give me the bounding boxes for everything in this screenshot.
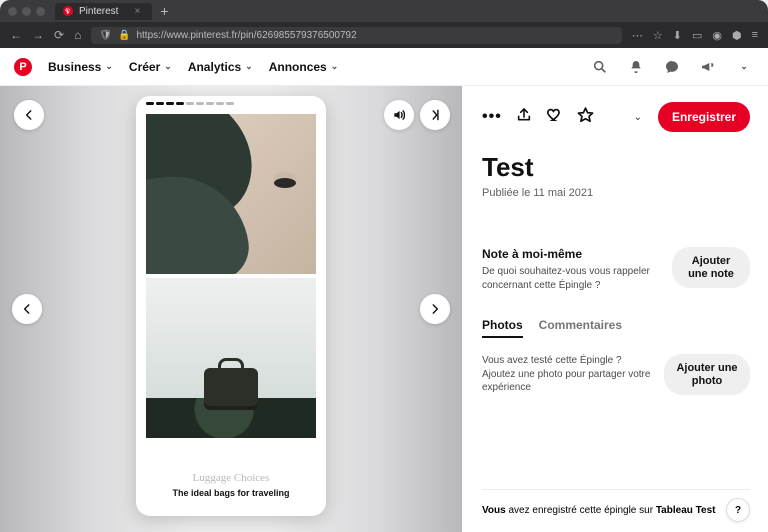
add-photo-button[interactable]: Ajouter une photo	[664, 354, 750, 395]
url-field[interactable]: 🛡 🔒 https://www.pinterest.fr/pin/6269855…	[91, 27, 622, 44]
save-footer: Vous avez enregistré cette épingle sur T…	[482, 489, 750, 522]
share-icon[interactable]	[516, 107, 532, 128]
pin-title: Test	[482, 152, 750, 183]
url-text: https://www.pinterest.fr/pin/62698557937…	[136, 30, 356, 41]
board-picker-caret[interactable]: ⌄	[634, 112, 642, 123]
download-icon[interactable]: ⬇	[673, 29, 682, 42]
menu-icon[interactable]: ≡	[752, 29, 758, 42]
pin-details-panel: ••• ⌄ Enregistrer Test Publiée le 11 mai…	[462, 86, 768, 532]
account-menu[interactable]: ⌄	[734, 57, 754, 77]
tried-desc2: Ajoutez une photo pour partager votre ex…	[482, 368, 652, 395]
traffic-lights[interactable]	[8, 7, 45, 16]
nav-forward-icon[interactable]: →	[32, 28, 44, 42]
pinterest-icon	[63, 6, 73, 16]
nav-reload-icon[interactable]: ⟳	[54, 28, 64, 42]
megaphone-icon[interactable]	[698, 57, 718, 77]
collapse-button[interactable]	[420, 100, 450, 130]
tab-title: Pinterest	[79, 6, 118, 17]
new-tab-button[interactable]: +	[160, 3, 168, 19]
bell-icon[interactable]	[626, 57, 646, 77]
nav-back-icon[interactable]: ←	[10, 28, 22, 42]
chevron-down-icon: ⌄	[740, 61, 748, 72]
browser-addressbar: ← → ⟳ ⌂ 🛡 🔒 https://www.pinterest.fr/pin…	[0, 22, 768, 48]
card-photo-top	[146, 114, 316, 274]
more-options-icon[interactable]: •••	[482, 108, 502, 126]
nav-analytics[interactable]: Analytics⌄	[188, 60, 253, 74]
heart-icon[interactable]	[546, 106, 563, 128]
add-note-button[interactable]: Ajouter une note	[672, 247, 750, 288]
next-slide-button[interactable]	[420, 294, 450, 324]
tab-photos[interactable]: Photos	[482, 318, 523, 338]
close-tab-icon[interactable]: ×	[134, 6, 140, 17]
chevron-down-icon: ⌄	[164, 61, 172, 72]
nav-business[interactable]: Business⌄	[48, 60, 113, 74]
save-button[interactable]: Enregistrer	[658, 102, 750, 132]
sound-button[interactable]	[384, 100, 414, 130]
card-subheading: The ideal bags for traveling	[136, 488, 326, 498]
pin-actions: ••• ⌄ Enregistrer	[482, 102, 750, 132]
note-heading: Note à moi-même	[482, 247, 660, 261]
card-heading: Luggage Choices	[136, 472, 326, 484]
chevron-down-icon: ⌄	[331, 61, 339, 72]
chat-icon[interactable]	[662, 57, 682, 77]
pinterest-logo[interactable]: P	[14, 58, 32, 76]
browser-tab[interactable]: Pinterest ×	[55, 3, 152, 20]
save-confirmation: Vous avez enregistré cette épingle sur T…	[482, 505, 715, 516]
nav-create[interactable]: Créer⌄	[129, 60, 172, 74]
detail-tabs: Photos Commentaires	[482, 318, 750, 338]
site-topbar: P Business⌄ Créer⌄ Analytics⌄ Annonces⌄ …	[0, 48, 768, 86]
tried-desc1: Vous avez testé cette Épingle ?	[482, 354, 652, 368]
note-desc: De quoi souhaitez-vous vous rappeler con…	[482, 265, 660, 292]
lock-icon: 🔒	[118, 30, 130, 41]
tab-comments[interactable]: Commentaires	[539, 318, 622, 338]
more-icon[interactable]: ⋯	[632, 29, 643, 42]
shield-icon: 🛡	[99, 30, 112, 41]
search-icon[interactable]	[590, 57, 610, 77]
main-stage: Luggage Choices The ideal bags for trave…	[0, 86, 768, 532]
pin-viewer: Luggage Choices The ideal bags for trave…	[0, 86, 462, 532]
ext-icon[interactable]: ⬢	[732, 29, 742, 42]
nav-ads[interactable]: Annonces⌄	[269, 60, 339, 74]
account-icon[interactable]: ◉	[712, 29, 722, 42]
pin-published: Publiée le 11 mai 2021	[482, 187, 750, 199]
help-button[interactable]: ?	[726, 498, 750, 522]
chevron-down-icon: ⌄	[105, 61, 113, 72]
window-titlebar: Pinterest × +	[0, 0, 768, 22]
nav-home-icon[interactable]: ⌂	[74, 28, 81, 42]
star-icon[interactable]: ☆	[653, 29, 663, 42]
chevron-down-icon: ⌄	[245, 61, 253, 72]
back-button[interactable]	[14, 100, 44, 130]
card-photo-bottom	[146, 278, 316, 438]
library-icon[interactable]: ▭	[692, 29, 702, 42]
tried-section: Vous avez testé cette Épingle ? Ajoutez …	[482, 354, 750, 395]
progress-dots	[146, 102, 234, 105]
story-card: Luggage Choices The ideal bags for trave…	[136, 96, 326, 516]
prev-slide-button[interactable]	[12, 294, 42, 324]
note-section: Note à moi-même De quoi souhaitez-vous v…	[482, 247, 750, 292]
star-outline-icon[interactable]	[577, 106, 594, 128]
